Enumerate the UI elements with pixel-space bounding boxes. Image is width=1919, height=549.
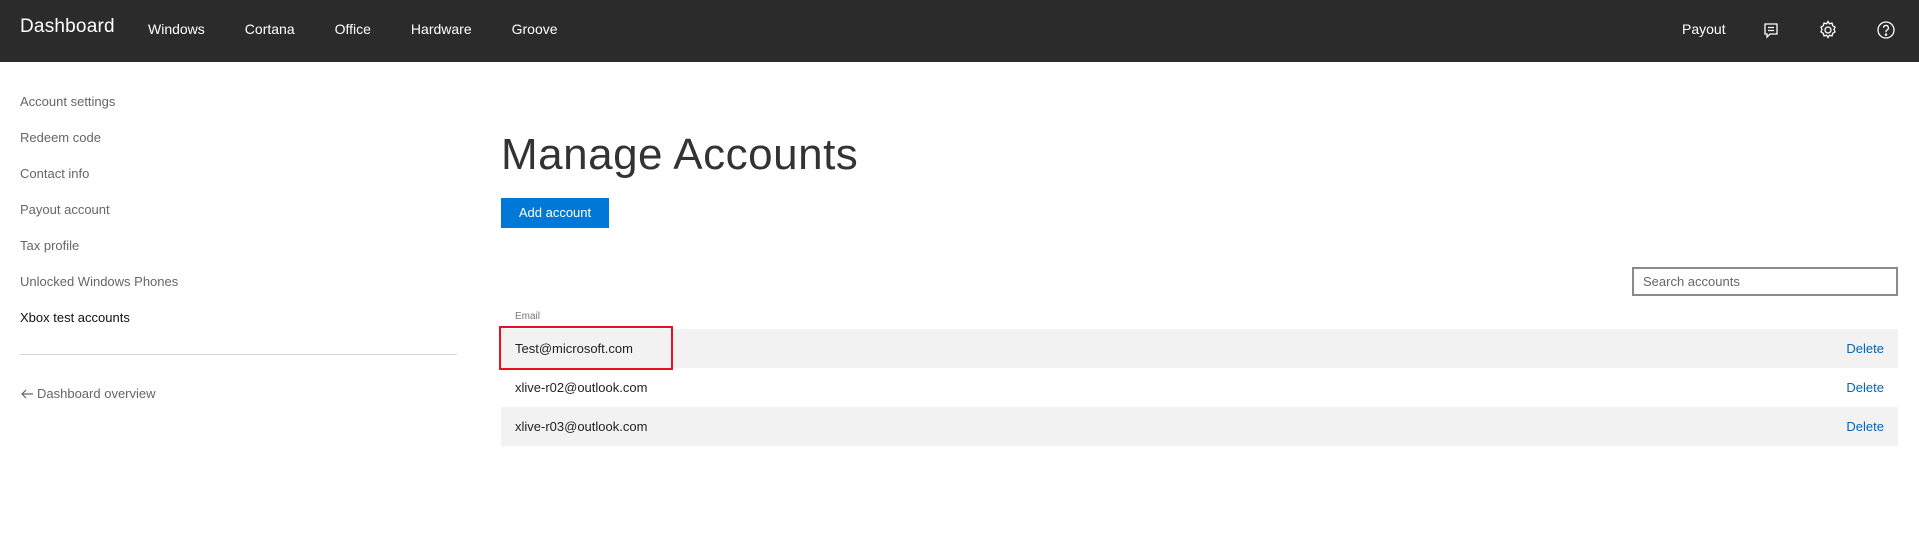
email-column-header: Email [515, 311, 541, 322]
nav-item-cortana[interactable]: Cortana [245, 21, 295, 37]
sidebar-divider [20, 354, 457, 355]
sidebar-item-tax-profile[interactable]: Tax profile [20, 236, 458, 272]
feedback-icon[interactable] [1760, 19, 1782, 41]
delete-link[interactable]: Delete [1846, 419, 1884, 434]
sidebar-item-unlocked-windows-phones[interactable]: Unlocked Windows Phones [20, 272, 458, 308]
accounts-table: Test@microsoft.com Delete xlive-r02@outl… [501, 329, 1898, 446]
nav-item-groove[interactable]: Groove [512, 21, 558, 37]
back-arrow-icon [21, 389, 33, 398]
delete-link[interactable]: Delete [1846, 380, 1884, 395]
dashboard-brand[interactable]: Dashboard [20, 16, 115, 38]
top-nav: Windows Cortana Office Hardware Groove [148, 21, 598, 37]
page-title: Manage Accounts [501, 130, 859, 179]
help-icon[interactable] [1875, 19, 1897, 41]
dashboard-overview-label: Dashboard overview [37, 386, 156, 401]
account-email: Test@microsoft.com [515, 341, 633, 356]
account-email: xlive-r02@outlook.com [515, 380, 648, 395]
gear-icon[interactable] [1817, 19, 1839, 41]
add-account-button[interactable]: Add account [501, 198, 609, 228]
sidebar: Account settings Redeem code Contact inf… [20, 92, 458, 401]
delete-link[interactable]: Delete [1846, 341, 1884, 356]
search-accounts-input[interactable] [1632, 267, 1898, 296]
nav-item-hardware[interactable]: Hardware [411, 21, 472, 37]
sidebar-item-contact-info[interactable]: Contact info [20, 164, 458, 200]
sidebar-item-account-settings[interactable]: Account settings [20, 92, 458, 128]
sidebar-item-xbox-test-accounts[interactable]: Xbox test accounts [20, 308, 458, 344]
account-email: xlive-r03@outlook.com [515, 419, 648, 434]
sidebar-item-redeem-code[interactable]: Redeem code [20, 128, 458, 164]
table-row: xlive-r02@outlook.com Delete [501, 368, 1898, 407]
top-bar: Dashboard Windows Cortana Office Hardwar… [0, 0, 1919, 62]
sidebar-item-payout-account[interactable]: Payout account [20, 200, 458, 236]
nav-item-windows[interactable]: Windows [148, 21, 205, 37]
payout-link[interactable]: Payout [1682, 21, 1726, 37]
table-row: xlive-r03@outlook.com Delete [501, 407, 1898, 446]
dashboard-overview-link[interactable]: Dashboard overview [20, 386, 156, 401]
nav-item-office[interactable]: Office [335, 21, 371, 37]
table-row: Test@microsoft.com Delete [501, 329, 1898, 368]
